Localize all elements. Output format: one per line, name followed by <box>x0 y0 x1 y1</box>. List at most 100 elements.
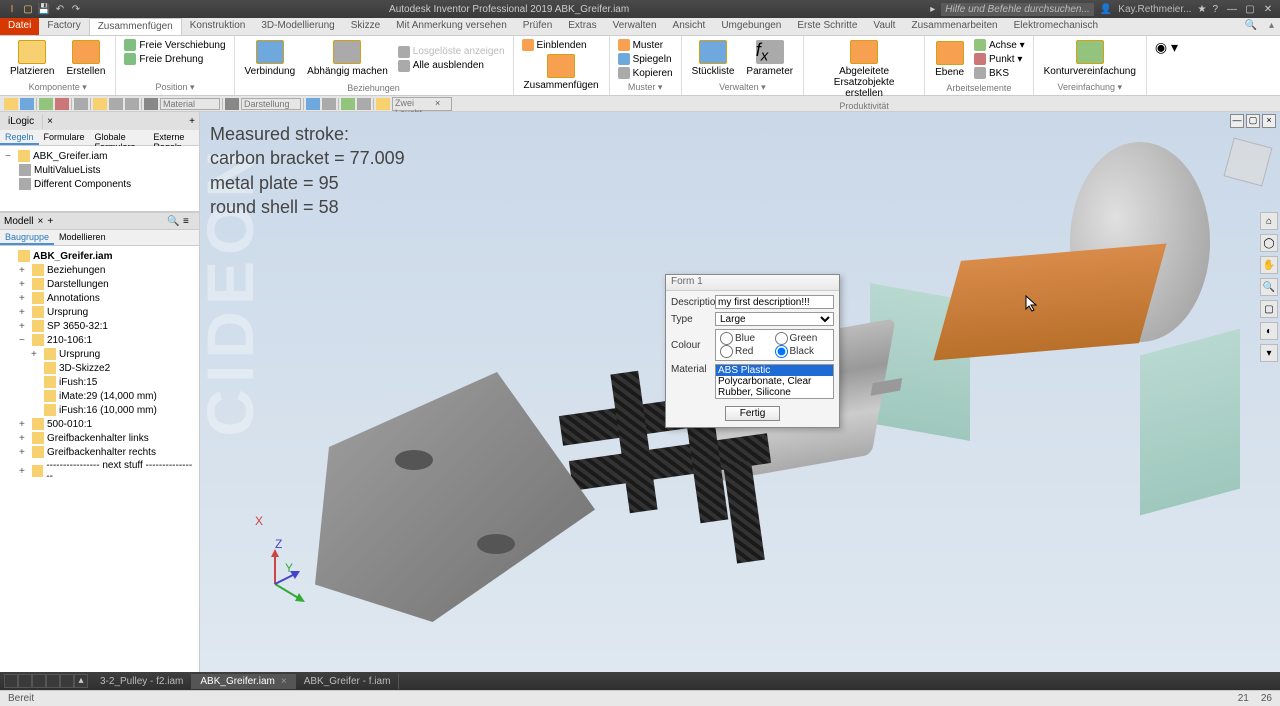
model-tree-item[interactable]: iFush:16 (10,000 mm) <box>3 403 196 417</box>
qat-open-icon[interactable] <box>20 98 34 110</box>
3d-viewport[interactable]: CIDEON Measured stroke: carbon bracket =… <box>200 112 1280 672</box>
model-tree-item[interactable]: iMate:29 (14,000 mm) <box>3 389 196 403</box>
part-orange-block[interactable] <box>933 243 1166 360</box>
ribbon-tab-file[interactable]: Datei <box>0 18 39 35</box>
docmode-up-icon[interactable]: ▴ <box>74 674 88 688</box>
plane-button[interactable]: Ebene <box>931 39 968 80</box>
nav-zoom-icon[interactable]: 🔍 <box>1260 278 1278 296</box>
ribbon-tab-vault[interactable]: Vault <box>865 18 903 35</box>
ucs-button[interactable]: BKS <box>972 66 1027 80</box>
parameters-button[interactable]: fxParameter <box>742 38 797 79</box>
free-rotate-button[interactable]: Freie Drehung <box>122 52 227 66</box>
model-tree-root[interactable]: ABK_Greifer.iam <box>3 249 196 263</box>
docmode-3-icon[interactable] <box>32 674 46 688</box>
form-desc-input[interactable] <box>715 295 834 309</box>
qat-save-icon[interactable] <box>39 98 53 110</box>
pattern-button[interactable]: Muster <box>616 38 675 52</box>
doc-tab-pulley[interactable]: 3-2_Pulley - f2.iam <box>92 674 192 689</box>
save-icon[interactable]: 💾 <box>38 3 50 15</box>
part-clamp-right[interactable] <box>1140 329 1240 516</box>
qat-home-icon[interactable] <box>74 98 88 110</box>
docmode-5-icon[interactable] <box>60 674 74 688</box>
form-material-listbox[interactable]: ABS Plastic Polycarbonate, Clear Rubber,… <box>715 364 834 399</box>
visibility-toggle[interactable]: ◉ ▾ <box>1153 38 1180 57</box>
doc-tab-abk-active[interactable]: ABK_Greifer.iam× <box>192 674 295 689</box>
viewport-close-icon[interactable]: × <box>1262 114 1276 128</box>
model-tree-item[interactable]: +SP 3650-32:1 <box>3 319 196 333</box>
model-tree-item[interactable]: +Ursprung <box>3 305 196 319</box>
qat-new-icon[interactable] <box>4 98 18 110</box>
ilogic-tab-forms[interactable]: Formulare <box>39 130 90 145</box>
ribbon-tab-view[interactable]: Ansicht <box>665 18 714 35</box>
ribbon-tab-manage[interactable]: Verwalten <box>605 18 665 35</box>
ribbon-tab-electromech[interactable]: Elektromechanisch <box>1006 18 1106 35</box>
model-tree-item[interactable]: +Ursprung <box>3 347 196 361</box>
material-dropdown[interactable]: Material <box>160 98 220 110</box>
group-component-label[interactable]: Komponente ▾ <box>6 82 109 93</box>
material-option-abs[interactable]: ABS Plastic <box>716 365 833 376</box>
favorite-icon[interactable]: ★ <box>1197 4 1206 15</box>
ribbon-tab-annotate[interactable]: Mit Anmerkung versehen <box>388 18 515 35</box>
qat-vis-icon[interactable] <box>341 98 355 110</box>
point-button[interactable]: Punkt ▾ <box>972 52 1027 66</box>
nav-lookat-icon[interactable]: ▢ <box>1260 300 1278 318</box>
group-position-label[interactable]: Position ▾ <box>122 82 227 93</box>
search-arrow-icon[interactable]: ▸ <box>930 4 935 15</box>
bom-button[interactable]: Stückliste <box>688 38 739 79</box>
docmode-1-icon[interactable] <box>4 674 18 688</box>
constrain-button[interactable]: Abhängig machen <box>303 38 392 79</box>
model-tab-assembly[interactable]: Baugruppe <box>0 230 54 245</box>
ribbon-tab-design[interactable]: Konstruktion <box>182 18 254 35</box>
open-icon[interactable]: ▢ <box>22 3 34 15</box>
part-metal-plate[interactable] <box>315 372 595 622</box>
copy-button[interactable]: Kopieren <box>616 66 675 80</box>
ribbon-collapse-icon[interactable]: ▴ <box>1263 18 1280 35</box>
model-tree-item[interactable]: +500-010:1 <box>3 417 196 431</box>
qat-appearance-icon[interactable] <box>225 98 239 110</box>
form-done-button[interactable]: Fertig <box>725 406 781 421</box>
model-menu-icon[interactable]: ≡ <box>183 216 195 227</box>
viewport-max-icon[interactable]: ▢ <box>1246 114 1260 128</box>
doc-tab-close-icon[interactable]: × <box>281 676 287 687</box>
ilogic-add-icon[interactable]: + <box>185 116 199 127</box>
qat-sec-icon[interactable] <box>357 98 371 110</box>
ribbon-tab-sketch[interactable]: Skizze <box>343 18 388 35</box>
mirror-button[interactable]: Spiegeln <box>616 52 675 66</box>
ilogic-rule-multivalue[interactable]: MultiValueLists <box>3 163 196 177</box>
lighting-dropdown[interactable]: Zwei Leucht... × <box>392 97 452 111</box>
close-button[interactable]: ✕ <box>1260 4 1276 15</box>
group-pattern-label[interactable]: Muster ▾ <box>616 82 675 93</box>
show-detached-button[interactable]: Losgelöste anzeigen <box>396 45 507 59</box>
ribbon-tab-inspect[interactable]: Prüfen <box>515 18 560 35</box>
colour-red-radio[interactable]: Red <box>720 345 775 358</box>
form-title[interactable]: Form 1 <box>666 275 839 291</box>
viewport-min-icon[interactable]: — <box>1230 114 1244 128</box>
appearance-dropdown[interactable]: Darstellung <box>241 98 301 110</box>
undo-icon[interactable]: ↶ <box>54 3 66 15</box>
form-type-select[interactable]: Large <box>715 312 834 326</box>
qat-back-icon[interactable] <box>55 98 69 110</box>
place-button[interactable]: Platzieren <box>6 38 58 79</box>
docmode-2-icon[interactable] <box>18 674 32 688</box>
assemble-button[interactable]: Zusammenfügen <box>520 52 603 93</box>
ribbon-tab-factory[interactable]: Factory <box>39 18 88 35</box>
help-search-input[interactable]: Hilfe und Befehle durchsuchen... <box>941 3 1094 16</box>
ilogic-tree-root[interactable]: −ABK_Greifer.iam <box>3 149 196 163</box>
ribbon-tab-3dmodel[interactable]: 3D-Modellierung <box>253 18 342 35</box>
axis-button[interactable]: Achse ▾ <box>972 38 1027 52</box>
ilogic-tab-rules[interactable]: Regeln <box>0 130 39 145</box>
model-tree-item[interactable]: +---------------- next stuff -----------… <box>3 459 196 483</box>
qat-light-icon[interactable] <box>376 98 390 110</box>
colour-green-radio[interactable]: Green <box>775 332 830 345</box>
ribbon-search-icon[interactable]: 🔍 <box>1239 18 1263 35</box>
user-icon[interactable]: 👤 <box>1100 4 1112 15</box>
ribbon-tab-getstarted[interactable]: Erste Schritte <box>789 18 865 35</box>
model-tree-item[interactable]: +Darstellungen <box>3 277 196 291</box>
free-move-button[interactable]: Freie Verschiebung <box>122 38 227 52</box>
qat-shadow-icon[interactable] <box>322 98 336 110</box>
nav-orbit-icon[interactable]: ◯ <box>1260 234 1278 252</box>
redo-icon[interactable]: ↷ <box>70 3 82 15</box>
doc-tab-abk-f[interactable]: ABK_Greifer - f.iam <box>296 674 400 689</box>
model-tree-item[interactable]: −210-106:1 <box>3 333 196 347</box>
model-tree-item[interactable]: +Greifbackenhalter rechts <box>3 445 196 459</box>
